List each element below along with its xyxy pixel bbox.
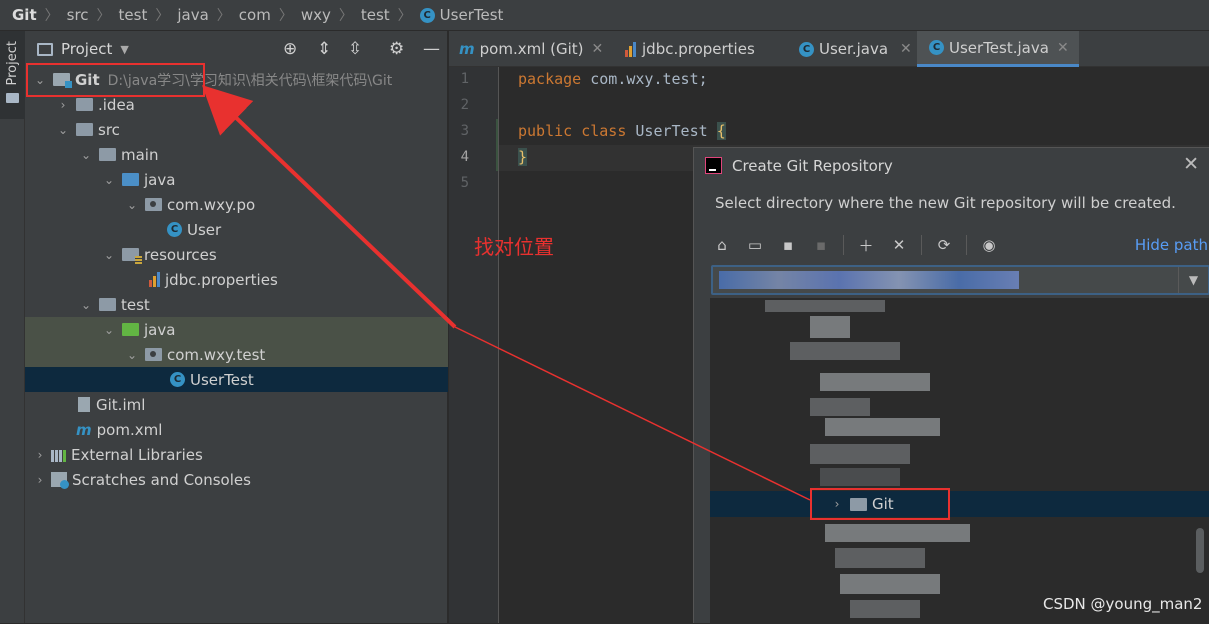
watermark: CSDN @young_man2	[1043, 595, 1203, 613]
annotation-arrows	[201, 85, 811, 501]
arrow-to-project-root	[201, 85, 457, 329]
arrow-to-git-folder	[454, 326, 811, 501]
annotation-text: 找对位置	[474, 235, 554, 259]
